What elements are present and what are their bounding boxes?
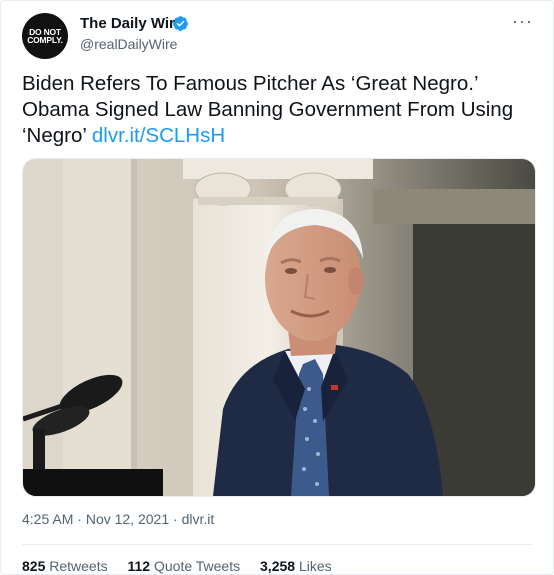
likes-label: Likes [298, 558, 332, 574]
verified-badge-icon [173, 16, 188, 31]
tweet-source[interactable]: dlvr.it [182, 511, 215, 527]
tweet-photo[interactable] [22, 158, 536, 497]
likes-count: 3,258 [260, 558, 296, 574]
retweets-stat[interactable]: 825 Retweets [22, 558, 108, 574]
retweets-label: Retweets [49, 558, 108, 574]
tweet-card: DO NOT COMPLY. The Daily Wire @realDaily… [0, 0, 554, 575]
tweet-stats: 825 Retweets 112 Quote Tweets 3,258 Like… [22, 558, 348, 574]
retweets-count: 825 [22, 558, 46, 574]
tweet-text: Biden Refers To Famous Pitcher As ‘Great… [22, 71, 537, 149]
quote-tweets-stat[interactable]: 112 Quote Tweets [128, 558, 241, 574]
more-dots-icon[interactable]: ··· [512, 11, 533, 32]
likes-stat[interactable]: 3,258 Likes [260, 558, 332, 574]
divider [22, 544, 532, 545]
tweet-time[interactable]: 4:25 AM [22, 511, 73, 527]
meta-separator: · [169, 511, 182, 527]
account-name[interactable]: The Daily Wire [80, 15, 183, 32]
quote-tweets-label: Quote Tweets [153, 558, 241, 574]
tweet-date[interactable]: Nov 12, 2021 [86, 511, 169, 527]
tweet-link[interactable]: dlvr.it/SCLHsH [92, 124, 225, 147]
tweet-meta: 4:25 AM · Nov 12, 2021 · dlvr.it [22, 511, 214, 527]
photo-illustration [23, 159, 535, 496]
meta-separator: · [73, 511, 86, 527]
quote-tweets-count: 112 [127, 558, 151, 574]
account-handle[interactable]: @realDailyWire [80, 36, 177, 52]
avatar[interactable]: DO NOT COMPLY. [22, 13, 68, 59]
